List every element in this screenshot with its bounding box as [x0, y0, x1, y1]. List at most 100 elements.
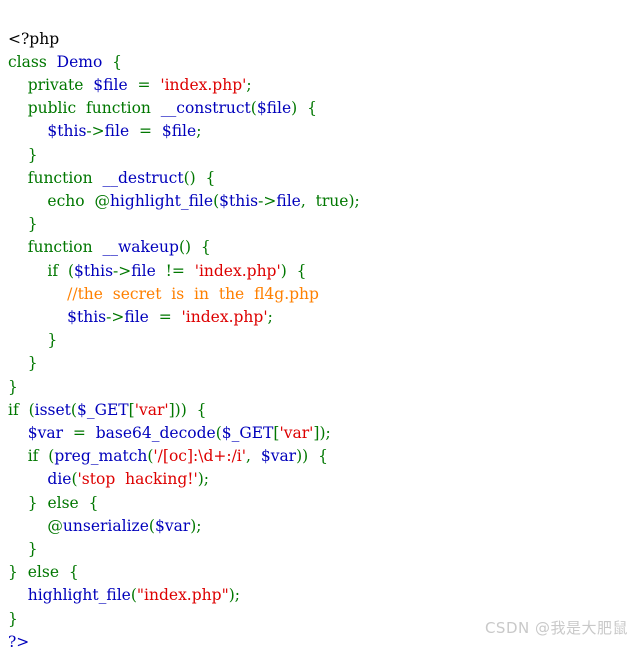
code-token-keyword: () [183, 168, 196, 187]
code-line: if ($this->file != 'index.php') { [8, 260, 360, 283]
code-token-default: $var [260, 447, 297, 466]
code-token-keyword: } [27, 215, 38, 234]
code-token-keyword: { [196, 400, 207, 419]
code-token-default: $_GET [221, 423, 274, 442]
code-token-string: '/[oc]:\d+:/i' [153, 447, 247, 466]
code-token-keyword: true [315, 191, 349, 210]
code-token-default: file [104, 122, 130, 141]
code-token-keyword: function [27, 168, 93, 187]
code-token-keyword: -> [258, 191, 277, 210]
code-token-keyword: if [8, 400, 19, 419]
code-token-default: $var [27, 423, 63, 442]
php-source-listing[interactable]: <?php class Demo { private $file = 'index… [8, 28, 360, 654]
code-token-default: file [131, 261, 156, 280]
code-token-keyword: ); [228, 586, 240, 605]
code-token-string: 'index.php' [160, 75, 247, 94]
code-line: } else { [8, 492, 360, 515]
csdn-watermark: CSDN @我是大肥鼠 [484, 619, 628, 637]
code-token-default: $file [93, 75, 128, 94]
code-token-default: highlight_file [109, 191, 214, 210]
code-line: $this->file = 'index.php'; [8, 306, 360, 329]
code-token-keyword: } [27, 354, 38, 373]
code-token-keyword: @ [47, 516, 63, 535]
code-token-default: ?> [8, 632, 30, 651]
code-token-keyword: class [8, 52, 47, 71]
code-token-keyword: public [27, 99, 77, 118]
code-token-string: 'stop hacking!' [77, 470, 198, 489]
code-token-comment: //the secret is in the fl4g.php [67, 284, 319, 303]
code-token-keyword: )) [296, 447, 309, 466]
code-token-keyword: { [307, 99, 317, 118]
code-token-default: __destruct [102, 168, 184, 187]
code-token-keyword: if [27, 447, 39, 466]
code-token-keyword: -> [106, 307, 125, 326]
code-token-keyword: = [158, 307, 172, 326]
code-token-default: file [124, 307, 149, 326]
code-token-keyword: ); [190, 516, 202, 535]
code-token-keyword: function [27, 238, 93, 257]
code-token-keyword: private [27, 75, 84, 94]
code-token-keyword: else [27, 563, 59, 582]
code-token-keyword: () [178, 238, 192, 257]
code-token-keyword: ]); [313, 423, 331, 442]
code-token-default: __construct [160, 99, 251, 118]
code-token-string: 'index.php' [194, 261, 281, 280]
code-line: highlight_file("index.php"); [8, 584, 360, 607]
code-token-default: $this [74, 261, 114, 280]
code-line: } [8, 538, 360, 561]
code-line: } [8, 608, 360, 631]
code-line: } else { [8, 561, 360, 584]
code-token-keyword: { [205, 168, 216, 187]
code-line: private $file = 'index.php'; [8, 74, 360, 97]
code-token-string: 'var' [279, 423, 314, 442]
code-token-string: "index.php" [136, 586, 229, 605]
code-token-default: __wakeup [102, 238, 179, 257]
code-token-keyword: else [47, 493, 79, 512]
code-token-keyword: } [8, 563, 18, 582]
code-token-keyword: -> [86, 122, 105, 141]
code-token-keyword: { [318, 447, 328, 466]
code-token-keyword: -> [113, 261, 132, 280]
code-token-html: <?php [8, 29, 60, 48]
code-token-keyword: { [112, 52, 123, 71]
code-token-keyword: if [47, 261, 59, 280]
code-line: public function __construct($file) { [8, 97, 360, 120]
code-line: if (isset($_GET['var'])) { [8, 399, 360, 422]
code-viewer: <?php class Demo { private $file = 'index… [0, 0, 638, 651]
code-line: } [8, 376, 360, 399]
code-line: echo @highlight_file($this->file, true); [8, 190, 359, 213]
code-token-keyword: { [296, 261, 307, 280]
